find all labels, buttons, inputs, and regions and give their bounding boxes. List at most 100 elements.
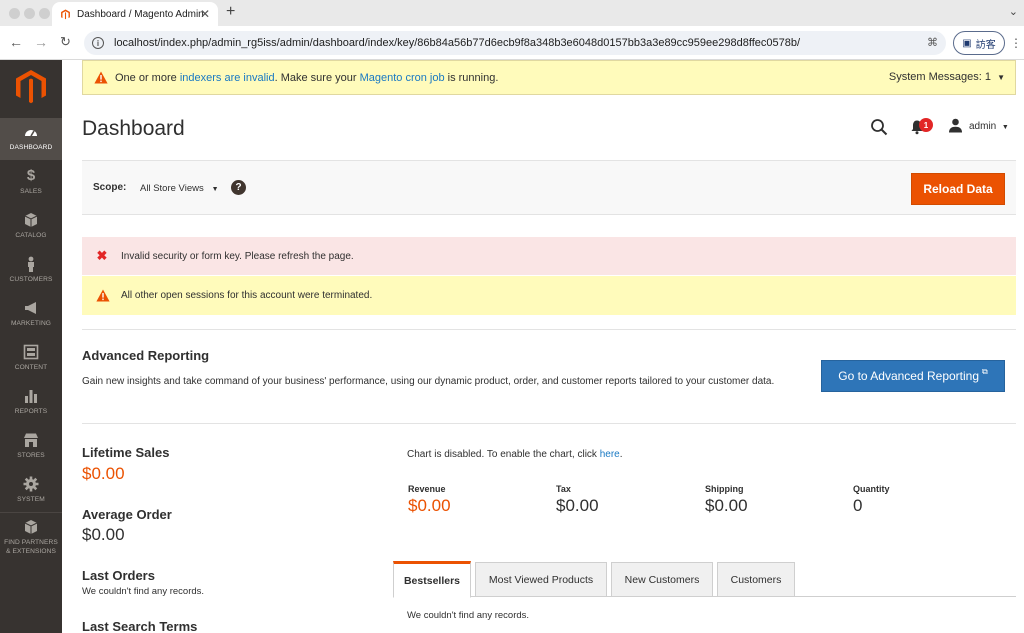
revenue-value: $0.00 (408, 496, 451, 515)
system-message-text: is running. (444, 71, 499, 84)
enable-chart-link[interactable]: here (600, 449, 620, 460)
sidebar-item-customers[interactable]: Customers (0, 250, 62, 292)
sidebar-item-marketing[interactable]: Marketing (0, 294, 62, 336)
advanced-reporting-title: Advanced Reporting (82, 348, 210, 363)
shipping-label: Shipping (705, 484, 744, 494)
warning-message-text: All other open sessions for this account… (121, 290, 373, 301)
average-order-value: $0.00 (82, 525, 125, 544)
user-icon[interactable] (948, 118, 963, 133)
sidebar-item-system[interactable]: System (0, 470, 62, 512)
sidebar-item-reports[interactable]: Reports (0, 382, 62, 424)
sidebar-item-catalog[interactable]: Catalog (0, 206, 62, 248)
warning-icon (94, 71, 108, 84)
tab-customers[interactable]: Customers (717, 562, 795, 597)
magento-logo-icon[interactable] (16, 70, 46, 104)
new-tab-icon[interactable]: + (226, 3, 235, 21)
last-orders-label: Last Orders (82, 568, 155, 583)
url-text: localhost/index.php/admin_rg5iss/admin/d… (114, 37, 801, 49)
tab-empty-message: We couldn't find any records. (407, 610, 530, 621)
warning-message: All other open sessions for this account… (82, 276, 1016, 315)
tab-most-viewed-products[interactable]: Most Viewed Products (475, 562, 607, 597)
sidebar-label: Sales (20, 188, 42, 195)
system-messages-toggle[interactable]: System Messages: 1 ▼ (889, 71, 1005, 83)
sidebar-label: Content (14, 364, 48, 371)
divider (82, 423, 1016, 424)
admin-sidebar: Dashboard $ Sales Catalog Customers Mark… (0, 60, 62, 633)
person-icon (23, 256, 39, 272)
sidebar-label: Dashboard (9, 144, 53, 151)
forward-icon[interactable]: → (34, 34, 48, 50)
dashboard-icon (23, 124, 39, 140)
translate-icon[interactable]: ⌘ (927, 36, 938, 49)
minimize-window-button[interactable] (24, 8, 35, 19)
sidebar-item-find-partners[interactable]: Find Partners & Extensions (0, 512, 62, 562)
profile-icon: ▣ (962, 37, 972, 49)
sidebar-item-sales[interactable]: $ Sales (0, 162, 62, 204)
tab-list-chevron-icon[interactable]: ⌄ (1009, 5, 1018, 18)
warning-icon (96, 289, 110, 302)
scope-bar: Scope: All Store Views ▼ ? Reload Data (82, 160, 1016, 215)
system-message-bar: One or more indexers are invalid. Make s… (82, 60, 1016, 95)
go-to-advanced-reporting-button[interactable]: Go to Advanced Reporting ⧉ (821, 360, 1005, 392)
revenue-label: Revenue (408, 484, 446, 494)
sidebar-item-content[interactable]: Content (0, 338, 62, 380)
url-field[interactable]: i localhost/index.php/admin_rg5iss/admin… (84, 31, 946, 55)
user-name: admin (969, 121, 997, 132)
page-title: Dashboard (82, 117, 185, 140)
chart-disabled-message: Chart is disabled. To enable the chart, … (407, 449, 623, 460)
error-message: ✖ Invalid security or form key. Please r… (82, 237, 1016, 275)
caret-down-icon: ▼ (1001, 124, 1009, 131)
sidebar-item-dashboard[interactable]: Dashboard (0, 118, 62, 160)
tab-close-icon[interactable]: ✕ (200, 7, 210, 21)
guest-profile-button[interactable]: ▣ 訪客 (953, 31, 1005, 55)
error-icon: ✖ (96, 248, 108, 263)
scope-value: All Store Views (140, 183, 204, 194)
advanced-reporting-button-label: Go to Advanced Reporting (838, 369, 980, 383)
sidebar-label-2: & Extensions (6, 548, 56, 555)
sidebar-label: System (17, 496, 45, 503)
close-window-button[interactable] (9, 8, 20, 19)
guest-label: 訪客 (975, 39, 996, 51)
shipping-value: $0.00 (705, 496, 748, 515)
user-menu[interactable]: admin ▼ (969, 121, 1009, 132)
reload-data-button[interactable]: Reload Data (911, 173, 1005, 205)
tab-bestsellers[interactable]: Bestsellers (393, 561, 471, 598)
store-icon (23, 432, 39, 448)
cron-job-link[interactable]: Magento cron job (360, 72, 445, 84)
layout-icon (23, 344, 39, 360)
store-view-switcher[interactable]: All Store Views ▼ (140, 183, 219, 194)
system-messages-count: System Messages: 1 (888, 71, 991, 83)
back-icon[interactable]: ← (9, 34, 23, 50)
last-orders-empty: We couldn't find any records. (82, 586, 205, 597)
caret-down-icon: ▼ (211, 186, 219, 193)
address-bar: ← → ↻ i localhost/index.php/admin_rg5iss… (0, 26, 1024, 60)
search-icon[interactable] (870, 118, 888, 136)
tax-label: Tax (556, 484, 571, 494)
indexers-link[interactable]: indexers are invalid (180, 72, 275, 84)
sidebar-label: Customers (9, 276, 53, 283)
tab-new-customers[interactable]: New Customers (611, 562, 713, 597)
help-icon[interactable]: ? (231, 180, 246, 195)
browser-menu-icon[interactable]: ⋮ (1010, 36, 1022, 50)
quantity-value: 0 (853, 496, 863, 515)
system-message-text: One or more (115, 71, 177, 84)
bar-chart-icon (23, 388, 39, 404)
sidebar-label: Stores (17, 452, 45, 459)
divider (82, 329, 1016, 330)
external-link-icon: ⧉ (982, 367, 988, 376)
chart-disabled-end: . (619, 449, 623, 460)
lifetime-sales-label: Lifetime Sales (82, 445, 170, 460)
advanced-reporting-description: Gain new insights and take command of yo… (82, 376, 775, 387)
magento-favicon-icon (61, 9, 70, 19)
notification-badge: 1 (919, 118, 933, 132)
gear-icon (23, 476, 39, 492)
reload-icon[interactable]: ↻ (60, 34, 71, 50)
site-info-icon[interactable]: i (92, 37, 104, 49)
browser-tab[interactable]: Dashboard / Magento Admin ✕ (52, 2, 218, 26)
zoom-window-button[interactable] (39, 8, 50, 19)
browser-tab-title: Dashboard / Magento Admin (77, 8, 204, 20)
sidebar-item-stores[interactable]: Stores (0, 426, 62, 468)
dollar-icon: $ (26, 167, 36, 184)
sidebar-label: Reports (14, 408, 48, 415)
error-message-text: Invalid security or form key. Please ref… (121, 250, 354, 262)
